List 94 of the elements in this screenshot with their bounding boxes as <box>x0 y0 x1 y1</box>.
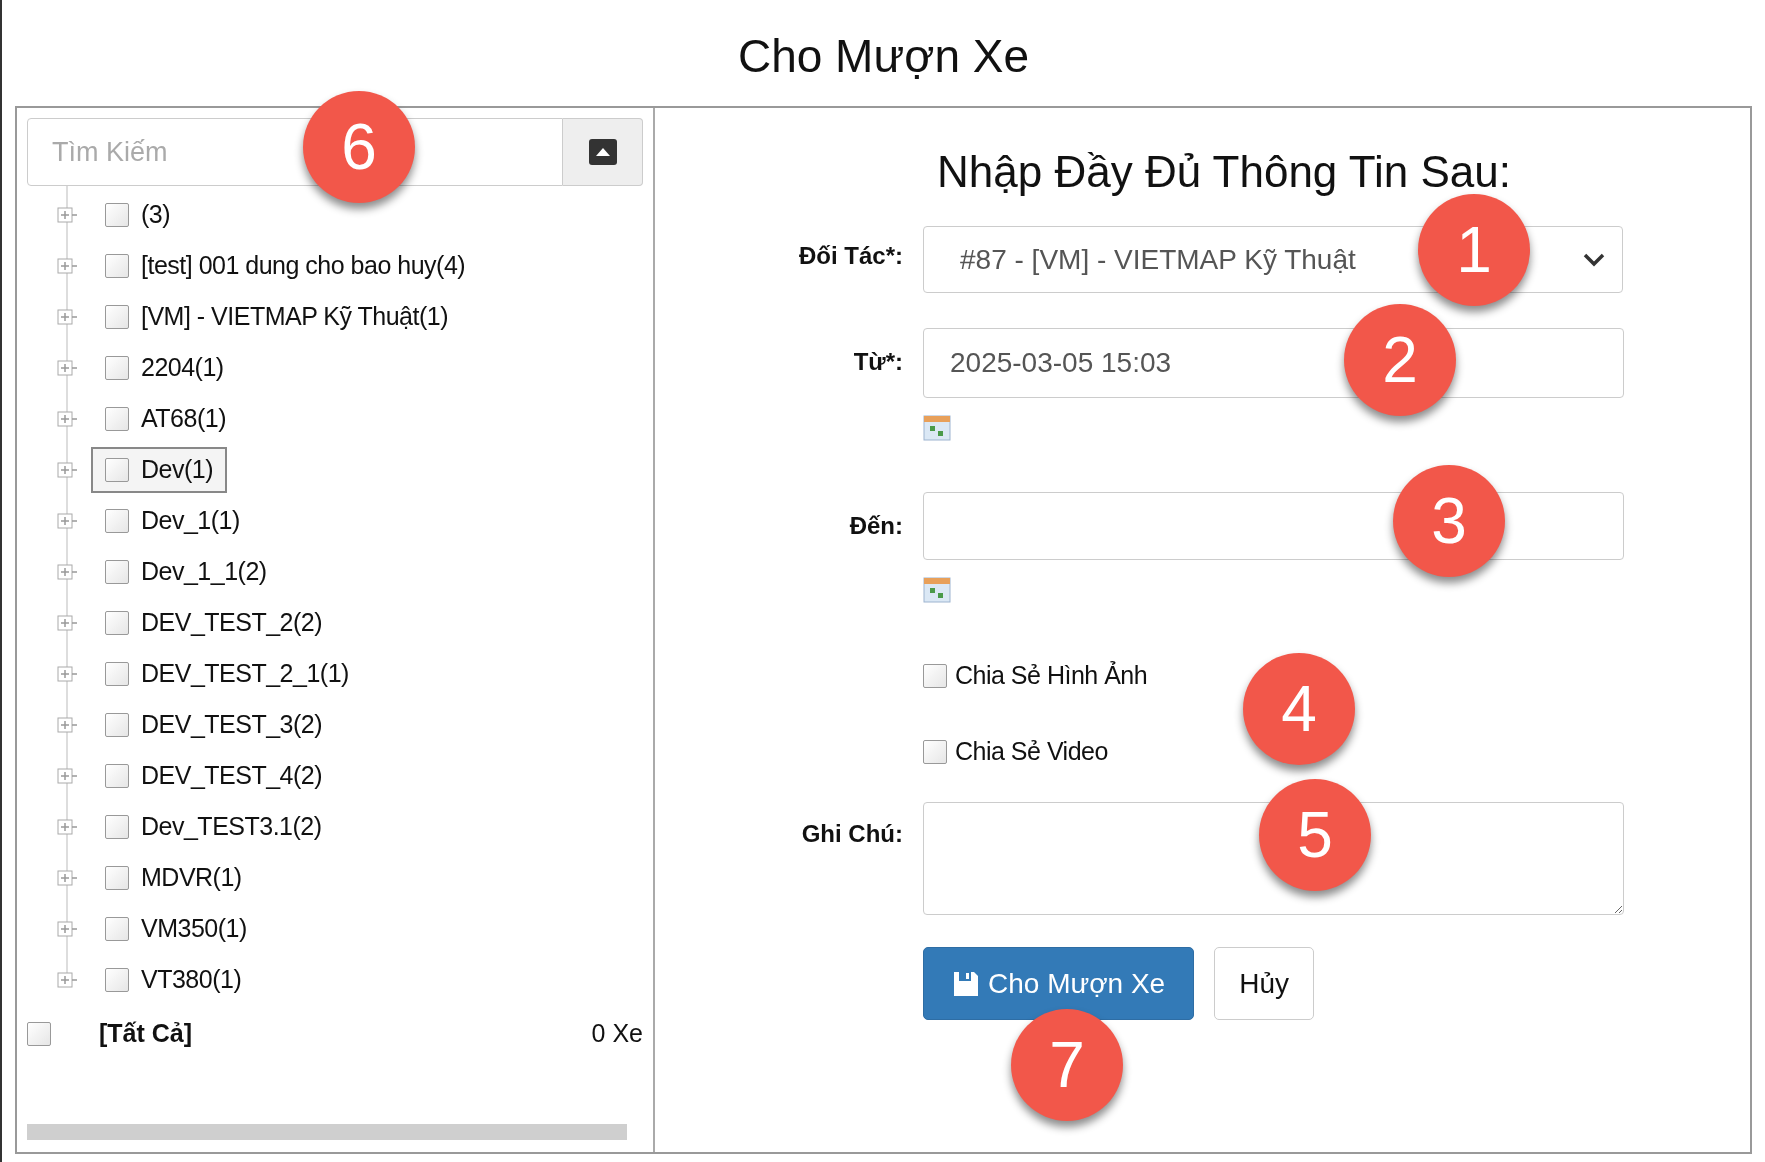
step-number-marker: 4 <box>1243 653 1355 765</box>
tree-item[interactable]: Dev_TEST3.1(2) <box>91 803 336 850</box>
checkbox[interactable] <box>105 661 129 686</box>
calendar-icon[interactable] <box>923 576 951 604</box>
collapse-button[interactable] <box>563 118 643 186</box>
expand-icon[interactable] <box>57 255 77 276</box>
step-number-marker: 6 <box>303 91 415 203</box>
tree-item-label: DEV_TEST_3(2) <box>141 708 323 740</box>
save-icon <box>952 969 980 998</box>
select-value: #87 - [VM] - VIETMAP Kỹ Thuật <box>960 242 1356 277</box>
tree-item-label: Dev_1_1(2) <box>141 555 267 587</box>
step-number-marker: 1 <box>1418 194 1530 306</box>
checkbox[interactable] <box>105 814 129 839</box>
expand-icon[interactable] <box>57 510 77 531</box>
tree-item-label: [test] 001 dung cho bao huy(4) <box>141 249 466 281</box>
expand-icon[interactable] <box>57 408 77 429</box>
checkbox[interactable] <box>105 967 129 992</box>
checkbox[interactable] <box>105 253 129 278</box>
field-label: Ghi Chú: <box>800 819 903 849</box>
chevron-down-icon <box>1582 251 1606 268</box>
dialog-title: Cho Mượn Xe <box>737 29 1030 84</box>
checkbox[interactable] <box>105 508 129 533</box>
checkbox[interactable] <box>923 664 947 688</box>
step-number-marker: 3 <box>1393 465 1505 577</box>
tree-item[interactable]: AT68(1) <box>91 395 240 442</box>
expand-icon[interactable] <box>57 204 77 225</box>
expand-icon[interactable] <box>57 561 77 582</box>
checkbox[interactable] <box>105 406 129 431</box>
tree-item-label: VM350(1) <box>141 912 247 944</box>
vehicle-count: 0 Xe <box>591 1018 643 1050</box>
expand-icon[interactable] <box>57 357 77 378</box>
option-label: Chia Sẻ Video <box>955 736 1108 768</box>
expand-icon[interactable] <box>57 714 77 735</box>
note-field[interactable] <box>923 802 1624 915</box>
tree-item-label: (3) <box>141 198 171 230</box>
tree-item-label: Dev_TEST3.1(2) <box>141 810 322 842</box>
field-label: Đối Tác*: <box>798 241 903 271</box>
tree-item[interactable]: DEV_TEST_4(2) <box>91 752 337 799</box>
step-number-marker: 5 <box>1259 779 1371 891</box>
tree-item-label: DEV_TEST_2(2) <box>141 606 323 638</box>
tree-item[interactable]: DEV_TEST_2(2) <box>91 599 337 646</box>
checkbox[interactable] <box>105 865 129 890</box>
checkbox[interactable] <box>105 304 129 329</box>
tree-item[interactable]: Dev(1) <box>91 446 227 493</box>
tree-item[interactable]: [VM] - VIETMAP Kỹ Thuật(1) <box>91 293 462 340</box>
horizontal-scrollbar[interactable] <box>27 1124 627 1140</box>
checkbox[interactable] <box>105 712 129 737</box>
tree-item-label: [VM] - VIETMAP Kỹ Thuật(1) <box>141 300 448 332</box>
tree-item[interactable]: Dev_1_1(2) <box>91 548 281 595</box>
expand-icon[interactable] <box>57 765 77 786</box>
expand-icon[interactable] <box>57 918 77 939</box>
tree-item-label: 2204(1) <box>141 351 224 383</box>
checkbox[interactable] <box>105 559 129 584</box>
caret-up-icon <box>588 139 617 165</box>
tree-item[interactable]: Dev_1(1) <box>91 497 254 544</box>
lend-button[interactable]: Cho Mượn Xe <box>923 947 1195 1020</box>
checkbox[interactable] <box>105 610 129 635</box>
checkbox[interactable] <box>105 202 129 227</box>
select-all-checkbox[interactable] <box>27 1022 51 1046</box>
checkbox[interactable] <box>105 763 129 788</box>
expand-icon[interactable] <box>57 816 77 837</box>
expand-icon[interactable] <box>57 867 77 888</box>
step-number-marker: 7 <box>1011 1009 1123 1121</box>
tree-item[interactable]: 2204(1) <box>91 344 238 391</box>
tree-item-label: AT68(1) <box>141 402 226 434</box>
calendar-icon[interactable] <box>923 414 951 442</box>
tree-item-label: VT380(1) <box>141 963 242 995</box>
tree-item-label: MDVR(1) <box>141 861 242 893</box>
tree-item[interactable]: VT380(1) <box>91 956 256 1003</box>
expand-icon[interactable] <box>57 612 77 633</box>
cancel-button[interactable]: Hủy <box>1214 947 1314 1020</box>
option-label: Chia Sẻ Hình Ảnh <box>955 660 1148 692</box>
expand-icon[interactable] <box>57 306 77 327</box>
checkbox[interactable] <box>105 916 129 941</box>
checkbox[interactable] <box>923 740 947 764</box>
expand-icon[interactable] <box>57 663 77 684</box>
tree-item[interactable]: DEV_TEST_2_1(1) <box>91 650 363 697</box>
tree-item[interactable]: VM350(1) <box>91 905 261 952</box>
field-label: Đến: <box>848 511 903 541</box>
tree-item[interactable]: DEV_TEST_3(2) <box>91 701 337 748</box>
tree-item-label: Dev(1) <box>141 453 213 485</box>
checkbox[interactable] <box>105 355 129 380</box>
tree-item-label: Dev_1(1) <box>141 504 240 536</box>
checkbox[interactable] <box>105 457 129 482</box>
step-number-marker: 2 <box>1344 304 1456 416</box>
expand-icon[interactable] <box>57 969 77 990</box>
select-all-label: [Tất Cả] <box>99 1018 193 1050</box>
tree-item-label: DEV_TEST_2_1(1) <box>141 657 349 689</box>
tree-item[interactable]: (3) <box>91 191 185 238</box>
tree-item[interactable]: [test] 001 dung cho bao huy(4) <box>91 242 480 289</box>
tree-item[interactable]: MDVR(1) <box>91 854 256 901</box>
expand-icon[interactable] <box>57 459 77 480</box>
field-label: Từ*: <box>852 347 903 377</box>
tree-item-label: DEV_TEST_4(2) <box>141 759 323 791</box>
